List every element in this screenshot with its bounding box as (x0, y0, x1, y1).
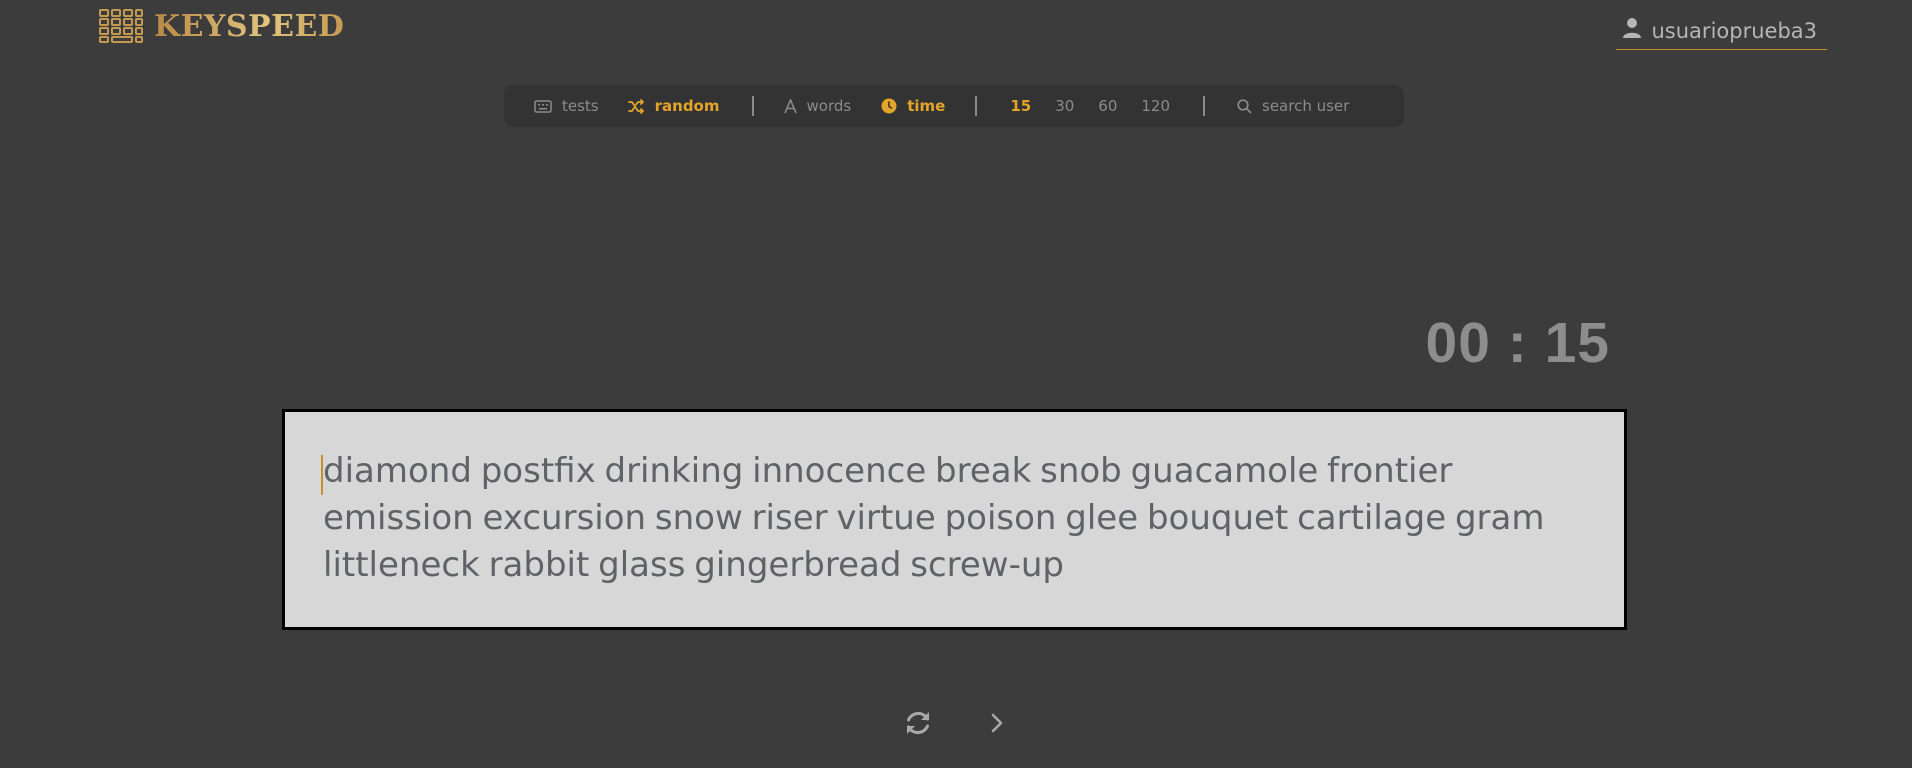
duration-label: 30 (1055, 97, 1075, 115)
keyboard-grid-icon (98, 8, 144, 44)
clock-icon (881, 98, 897, 114)
user-icon (1622, 17, 1642, 44)
refresh-icon[interactable] (903, 708, 933, 742)
tests-button[interactable]: tests (534, 97, 599, 115)
test-config-toolbar: tests random words time 15 30 60 120 sea… (504, 85, 1404, 127)
duration-30[interactable]: 30 (1055, 97, 1074, 115)
duration-label: 120 (1141, 97, 1171, 115)
typing-area[interactable]: diamond postfix drinking innocence break… (282, 409, 1627, 630)
random-label: random (654, 97, 720, 115)
words-button[interactable]: words (783, 97, 852, 115)
chevron-right-icon[interactable] (987, 708, 1007, 742)
duration-60[interactable]: 60 (1098, 97, 1117, 115)
test-controls (0, 708, 1912, 744)
search-icon (1237, 98, 1252, 114)
duration-label: 60 (1098, 97, 1118, 115)
duration-label: 15 (1010, 97, 1032, 115)
username: usuarioprueba3 (1651, 18, 1818, 43)
time-label: time (907, 97, 946, 115)
words-content: diamond postfix drinking innocence break… (323, 451, 1545, 585)
words-text: diamond postfix drinking innocence break… (321, 448, 1594, 589)
time-button[interactable]: time (881, 97, 945, 115)
countdown-timer: 00 : 15 (1425, 311, 1610, 375)
divider (975, 96, 978, 116)
divider (1203, 96, 1206, 116)
duration-15[interactable]: 15 (1010, 97, 1031, 115)
duration-120[interactable]: 120 (1141, 97, 1170, 115)
tests-label: tests (562, 97, 599, 115)
font-a-icon (783, 98, 797, 114)
search-user-button[interactable]: search user (1237, 97, 1349, 115)
keyboard-icon (534, 99, 552, 113)
random-button[interactable]: random (627, 97, 720, 115)
words-label: words (806, 97, 852, 115)
user-menu[interactable]: usuarioprueba3 (1616, 12, 1827, 50)
search-user-label: search user (1262, 97, 1350, 115)
text-caret (321, 455, 323, 495)
shuffle-icon (627, 98, 645, 114)
brand-name: KEYSPEED (154, 8, 345, 44)
brand-logo[interactable]: KEYSPEED (98, 8, 344, 44)
divider (751, 96, 754, 116)
